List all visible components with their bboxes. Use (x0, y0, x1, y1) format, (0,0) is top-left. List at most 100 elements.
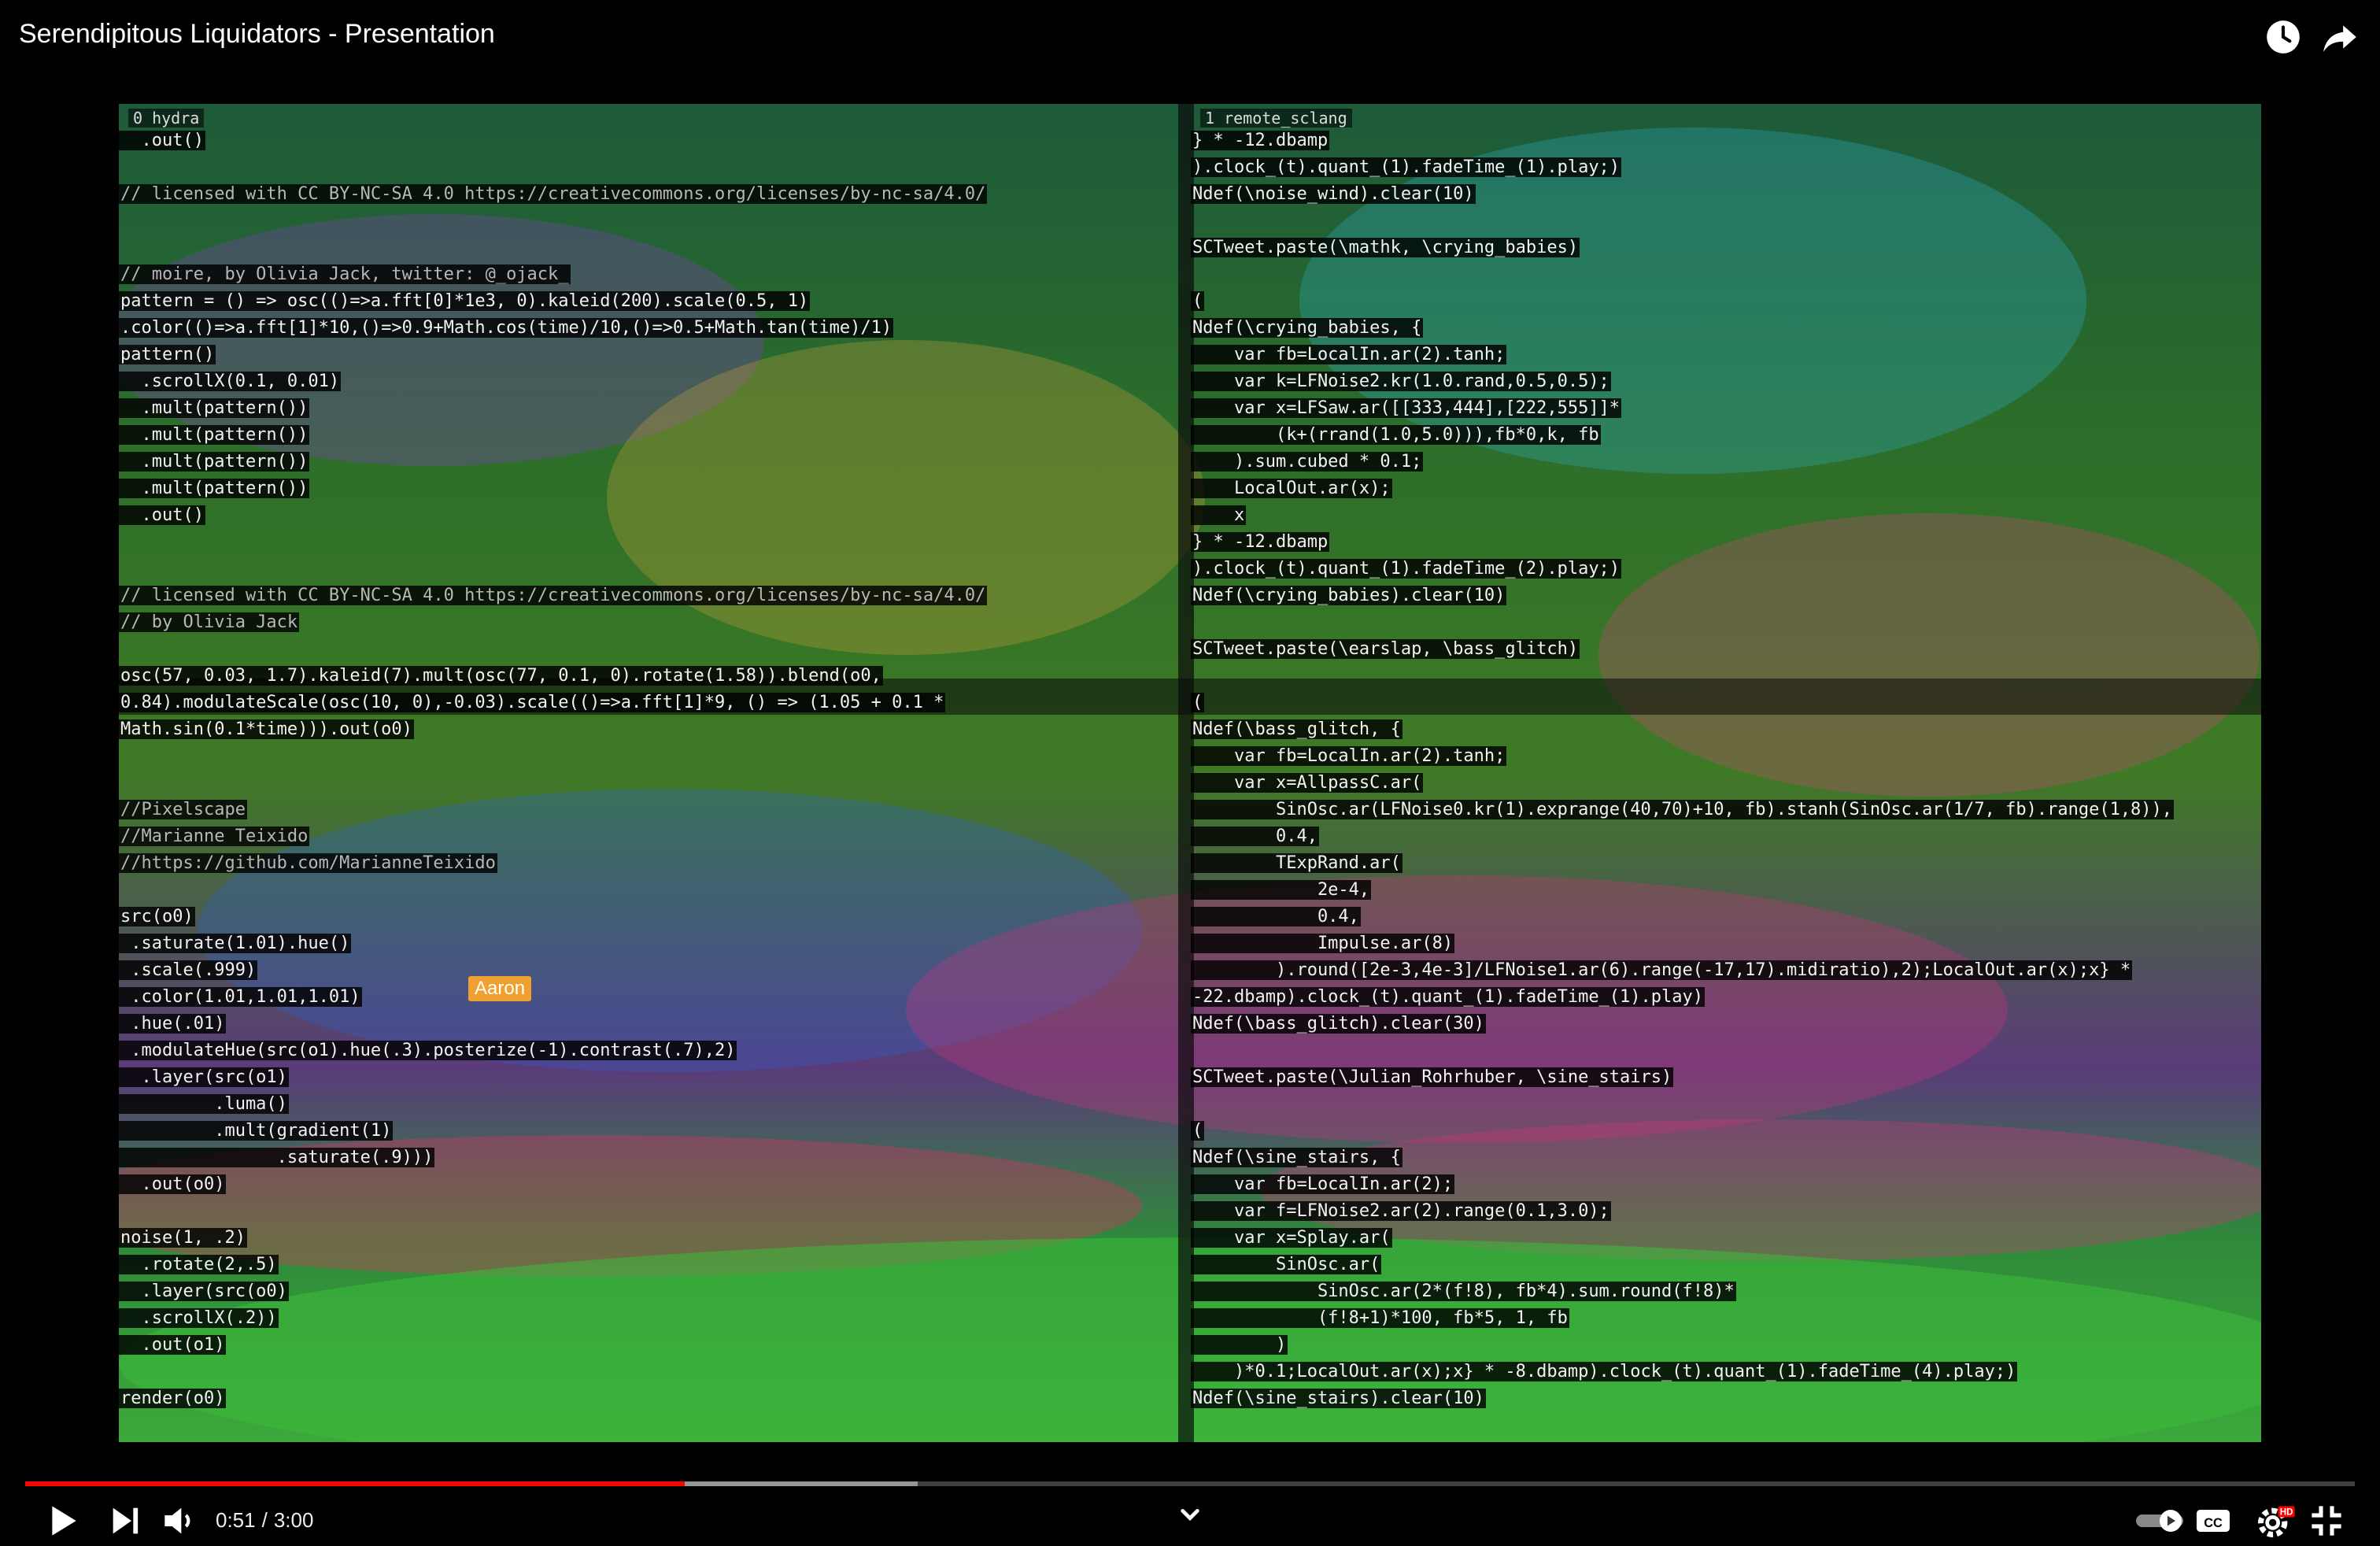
code-line: Ndef(\crying_babies, { (1191, 315, 2174, 342)
code-text: SinOsc.ar(2*(f!8), fb*4).sum.round(f!8)* (1191, 1282, 1736, 1301)
video-frame[interactable]: 0 hydra .out() // licensed with CC BY-NC-… (119, 104, 2261, 1442)
code-line: SCTweet.paste(\mathk, \crying_babies) (1191, 235, 2174, 261)
code-text: x (1191, 505, 1247, 525)
code-line: .color(()=>a.fft[1]*10,()=>0.9+Math.cos(… (119, 315, 987, 342)
code-text: // licensed with CC BY-NC-SA 4.0 https:/… (119, 586, 988, 605)
code-line: SinOsc.ar( (1191, 1252, 2174, 1278)
code-line: var k=LFNoise2.kr(1.0.rand,0.5,0.5); (1191, 368, 2174, 395)
code-text: .mult(pattern()) (119, 452, 310, 472)
code-text: src(o0) (119, 907, 195, 926)
code-text: .saturate(1.01).hue() (119, 934, 352, 953)
code-line: // by Olivia Jack (119, 609, 987, 636)
code-text: .scrollX(0.1, 0.01) (119, 372, 342, 391)
code-line: )*0.1;LocalOut.ar(x);x} * -8.dbamp).cloc… (1191, 1359, 2174, 1385)
code-line: // licensed with CC BY-NC-SA 4.0 https:/… (119, 181, 988, 208)
pane-label-hydra: 0 hydra (128, 109, 205, 128)
code-text: .out(o0) (119, 1174, 227, 1194)
code-text: .hue(.01) (119, 1014, 227, 1034)
code-line: TExpRand.ar( (1191, 850, 2174, 877)
volume-icon[interactable] (157, 1499, 201, 1543)
chevron-down-icon[interactable] (1168, 1492, 1212, 1537)
code-text: 0.84).modulateScale(osc(10, 0),-0.03).sc… (119, 693, 946, 712)
exit-fullscreen-icon[interactable] (2304, 1499, 2349, 1543)
code-line: var f=LFNoise2.ar(2).range(0.1,3.0); (1191, 1198, 2174, 1225)
code-line: .scale(.999) (119, 957, 987, 984)
code-line (119, 556, 987, 583)
progress-bar[interactable] (25, 1481, 2355, 1486)
skip-next-icon[interactable] (104, 1499, 148, 1543)
code-line: ).round([2e-3,4e-3]/LFNoise1.ar(6).range… (1191, 957, 2174, 984)
code-line: .out(o1) (119, 1332, 987, 1359)
code-text: //Marianne Teixido (119, 827, 310, 846)
autoplay-toggle-icon[interactable] (2133, 1499, 2190, 1543)
code-line: .saturate(1.01).hue() (119, 930, 987, 957)
code-text: .out() (119, 131, 205, 150)
code-text: pattern = () => osc(()=>a.fft[0]*1e3, 0)… (119, 291, 811, 311)
code-text: //Pixelscape (119, 800, 247, 819)
cc-icon[interactable]: CC (2191, 1499, 2235, 1543)
play-icon[interactable] (39, 1499, 83, 1543)
code-text: .mult(gradient(1) (119, 1121, 394, 1141)
code-text: Ndef(\sine_stairs).clear(10) (1191, 1389, 1486, 1408)
code-line: Impulse.ar(8) (1191, 930, 2174, 957)
code-text: var fb=LocalIn.ar(2).tanh; (1191, 345, 1507, 364)
share-arrow-icon[interactable] (2320, 17, 2360, 57)
svg-text:CC: CC (2204, 1516, 2223, 1530)
code-line: // moire, by Olivia Jack, twitter: @_oja… (119, 261, 987, 288)
code-line: Math.sin(0.1*time))).out(o0) (119, 716, 987, 743)
code-line: .out(o0) (119, 1171, 987, 1198)
video-title[interactable]: Serendipitous Liquidators - Presentation (19, 19, 495, 50)
code-text: 0.4, (1191, 827, 1319, 846)
code-line: .scrollX(.2)) (119, 1305, 987, 1332)
code-line: //https://github.com/MarianneTeixido (119, 850, 987, 877)
code-text: .saturate(.9))) (119, 1148, 435, 1167)
code-text: // by Olivia Jack (119, 612, 300, 632)
code-text: var k=LFNoise2.kr(1.0.rand,0.5,0.5); (1191, 372, 1611, 391)
code-line: 0.4, (1191, 904, 2174, 930)
code-text: SCTweet.paste(\earslap, \bass_glitch) (1191, 639, 1580, 659)
code-line: ).clock_(t).quant_(1).fadeTime_(1).play;… (1191, 154, 2174, 181)
current-time: 0:51 (216, 1508, 256, 1532)
time-separator: / (261, 1508, 268, 1532)
code-line (1191, 1037, 2174, 1064)
code-text: .color(1.01,1.01,1.01) (119, 987, 362, 1007)
code-line: SCTweet.paste(\Julian_Rohrhuber, \sine_s… (1191, 1064, 2174, 1091)
clock-icon[interactable] (2264, 17, 2303, 57)
code-line: .layer(src(o0) (119, 1278, 987, 1305)
code-text: Math.sin(0.1*time))).out(o0) (119, 719, 414, 739)
code-text: Impulse.ar(8) (1191, 934, 1455, 953)
code-text: ( (1191, 1121, 1205, 1141)
code-line: var x=LFSaw.ar([[333,444],[222,555]]* (1191, 395, 2174, 422)
code-line (119, 743, 987, 770)
code-text: -22.dbamp).clock_(t).quant_(1).fadeTime_… (1191, 987, 1706, 1007)
code-line (119, 877, 987, 904)
code-line: .out() (119, 502, 987, 529)
code-text: .out() (119, 505, 205, 525)
code-text: var fb=LocalIn.ar(2).tanh; (1191, 746, 1507, 766)
code-text: .mult(pattern()) (119, 425, 310, 445)
code-text: SinOsc.ar( (1191, 1255, 1382, 1274)
code-line: .out() (119, 128, 987, 154)
code-line: .rotate(2,.5) (119, 1252, 987, 1278)
code-line: .mult(pattern()) (119, 449, 987, 475)
code-text: .mult(pattern()) (119, 479, 310, 498)
code-line (119, 770, 987, 797)
code-text: ).clock_(t).quant_(1).fadeTime_(2).play;… (1191, 559, 1622, 579)
code-line: .scrollX(0.1, 0.01) (119, 368, 987, 395)
code-text: .color(()=>a.fft[1]*10,()=>0.9+Math.cos(… (119, 318, 894, 338)
hydra-code-lines: .out() // licensed with CC BY-NC-SA 4.0 h… (119, 128, 988, 1412)
code-text: noise(1, .2) (119, 1228, 247, 1248)
code-text: var x=LFSaw.ar([[333,444],[222,555]]* (1191, 398, 1622, 418)
code-line (119, 529, 987, 556)
code-line: ( (1191, 288, 2174, 315)
code-line: var fb=LocalIn.ar(2).tanh; (1191, 743, 2174, 770)
code-line: //Marianne Teixido (119, 823, 987, 850)
code-line: Ndef(\sine_stairs).clear(10) (1191, 1385, 2174, 1412)
code-line: Ndef(\bass_glitch, { (1191, 716, 2174, 743)
code-text: LocalOut.ar(x); (1191, 479, 1392, 498)
code-text: .layer(src(o1) (119, 1067, 289, 1087)
gear-hd-icon[interactable]: HD (2252, 1499, 2297, 1543)
code-text: Ndef(\noise_wind).clear(10) (1191, 184, 1476, 204)
code-text: //https://github.com/MarianneTeixido (119, 853, 497, 873)
